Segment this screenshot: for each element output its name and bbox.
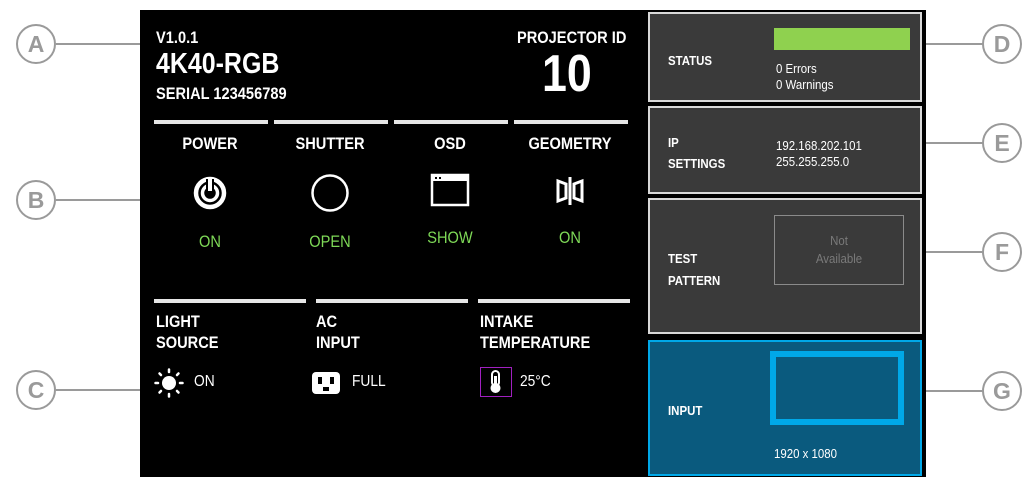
info-title-line1: AC <box>316 312 338 331</box>
info-title-line1: LIGHT <box>156 312 200 331</box>
model-name: 4K40-RGB <box>156 48 280 80</box>
power-plug-icon <box>310 370 342 401</box>
test-pattern-button-line1: Not <box>830 233 848 248</box>
input-preview-frame[interactable] <box>770 351 904 425</box>
info-title-line2: INPUT <box>316 333 360 352</box>
thermometer-icon <box>480 367 512 397</box>
test-pattern-card[interactable]: TEST PATTERN Not Available <box>648 198 922 334</box>
control-title: SHUTTER <box>295 134 365 153</box>
geometry-value: ON <box>559 228 581 247</box>
callout-g: G <box>982 371 1022 411</box>
control-title: OSD <box>434 134 466 153</box>
test-pattern-button-line2: Available <box>815 251 863 266</box>
projector-id-value: 10 <box>542 45 592 103</box>
status-warnings: 0 Warnings <box>776 77 834 92</box>
power-icon[interactable] <box>190 173 230 213</box>
osd-window-icon[interactable] <box>430 170 470 210</box>
control-title: GEOMETRY <box>528 134 612 153</box>
side-panel: STATUS 0 Errors 0 Warnings IP SETTINGS 1… <box>636 10 926 477</box>
ip-label-line1: IP <box>668 135 679 150</box>
shutter-icon[interactable] <box>310 173 350 213</box>
intake-temperature-value: 25°C <box>520 373 551 390</box>
input-card[interactable]: INPUT 1920 x 1080 <box>648 340 922 476</box>
callout-b: B <box>16 180 56 220</box>
callout-d: D <box>982 24 1022 64</box>
geometry-icon[interactable] <box>550 171 590 211</box>
divider <box>316 299 468 303</box>
divider <box>514 120 628 124</box>
device-header: V1.0.1 <box>156 28 205 48</box>
divider <box>154 299 306 303</box>
test-pattern-button[interactable]: Not Available <box>774 215 904 285</box>
callout-b-leader <box>56 199 144 201</box>
ip-label-line2: SETTINGS <box>668 156 726 171</box>
callout-a-leader <box>56 43 144 45</box>
input-resolution: 1920 x 1080 <box>774 446 837 461</box>
light-source-value: ON <box>194 373 215 390</box>
info-title-line2: TEMPERATURE <box>480 333 591 352</box>
test-pattern-label-line2: PATTERN <box>668 273 721 288</box>
callout-c-leader <box>56 389 144 391</box>
input-label: INPUT <box>668 403 703 418</box>
control-title: POWER <box>182 134 238 153</box>
divider <box>154 120 268 124</box>
sun-icon <box>154 368 184 403</box>
serial-number: SERIAL 123456789 <box>156 84 287 103</box>
callout-f: F <box>982 232 1022 272</box>
status-card[interactable]: STATUS 0 Errors 0 Warnings <box>648 12 922 102</box>
info-title-line2: SOURCE <box>156 333 219 352</box>
subnet-mask: 255.255.255.0 <box>776 154 850 169</box>
info-title-line1: INTAKE <box>480 312 534 331</box>
firmware-version: V1.0.1 <box>156 28 199 47</box>
ip-settings-card[interactable]: IP SETTINGS 192.168.202.101 255.255.255.… <box>648 106 922 194</box>
divider <box>394 120 508 124</box>
callout-e: E <box>982 123 1022 163</box>
status-errors: 0 Errors <box>776 61 817 76</box>
power-value: ON <box>199 232 221 251</box>
status-label: STATUS <box>668 53 713 68</box>
shutter-value: OPEN <box>309 232 351 251</box>
callout-a: A <box>16 24 56 64</box>
divider <box>274 120 388 124</box>
status-bar <box>774 28 910 50</box>
divider <box>478 299 630 303</box>
ac-input-value: FULL <box>352 373 386 390</box>
projector-status-screen: V1.0.1 4K40-RGB SERIAL 123456789 PROJECT… <box>140 10 636 477</box>
test-pattern-label-line1: TEST <box>668 251 698 266</box>
callout-c: C <box>16 370 56 410</box>
osd-value: SHOW <box>427 228 473 247</box>
ip-address: 192.168.202.101 <box>776 138 862 153</box>
